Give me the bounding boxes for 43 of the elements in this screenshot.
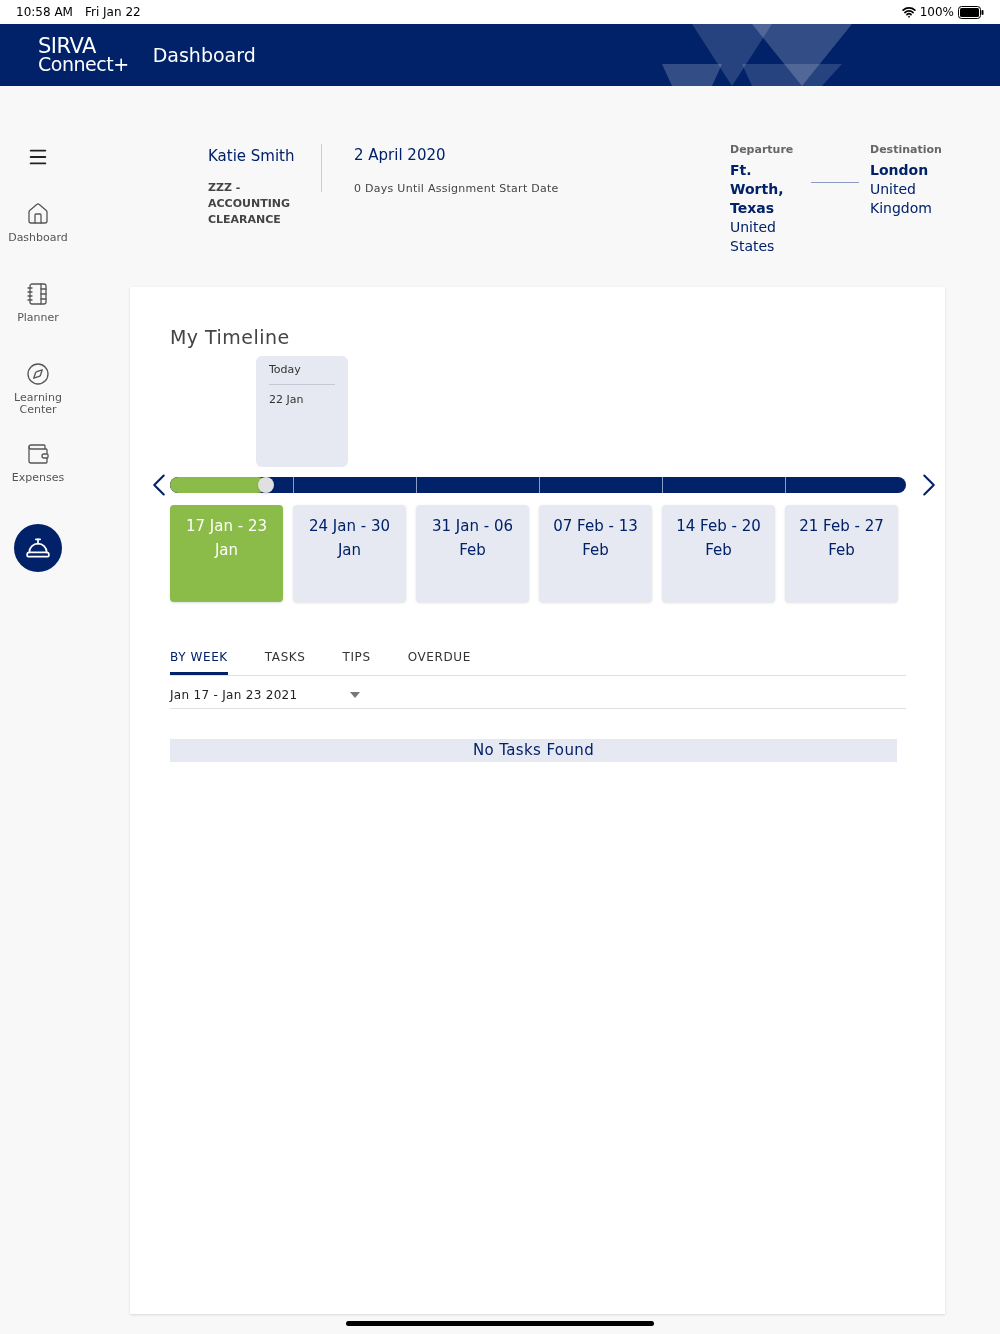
departure-country: United States [730, 217, 777, 256]
week-card[interactable]: 21 Feb - 27 Feb [785, 504, 898, 602]
tab[interactable]: BY WEEK [170, 647, 228, 675]
battery-icon [958, 5, 984, 19]
today-date: 22 Jan [269, 393, 304, 406]
employee-name: Katie Smith [208, 146, 296, 167]
concierge-button[interactable] [14, 524, 62, 572]
compass-icon [26, 362, 50, 386]
week-dropdown[interactable]: Jan 17 - Jan 23 2021 [170, 685, 360, 708]
tab[interactable]: TIPS [342, 647, 371, 675]
battery-percent: 100% [919, 4, 954, 21]
week-card[interactable]: 07 Feb - 13 Feb [539, 504, 652, 602]
notebook-icon [26, 282, 50, 306]
empty-message: No Tasks Found [170, 738, 897, 762]
countdown-text: 0 Days Until Assignment Start Date [354, 180, 559, 197]
today-label: Today [269, 362, 301, 376]
timeline-title: My Timeline [170, 325, 291, 350]
assignment-date: 2 April 2020 [354, 145, 447, 166]
nav-item[interactable]: Learning Center [2, 362, 74, 442]
status-time: 10:58 AM [16, 4, 73, 21]
departure-city: Ft. Worth, Texas [730, 160, 785, 218]
nav-item[interactable]: Expenses [2, 442, 74, 522]
destination-country: United Kingdom [870, 179, 933, 218]
week-card[interactable]: 24 Jan - 30 Jan [293, 504, 406, 602]
page-title: Dashboard [152, 42, 256, 68]
status-date: Fri Jan 22 [84, 4, 141, 21]
home-icon [26, 202, 50, 226]
destination-city: London [870, 160, 930, 180]
tab[interactable]: TASKS [264, 647, 306, 675]
week-card[interactable]: 31 Jan - 06 Feb [416, 504, 529, 602]
timeline-track[interactable] [170, 476, 906, 493]
sirva-logo: SIRVA Connect+ [38, 37, 129, 73]
wallet-icon [26, 442, 50, 466]
dropdown-caret-icon [350, 691, 360, 698]
week-card[interactable]: 14 Feb - 20 Feb [662, 504, 775, 602]
destination-label: Destination [870, 142, 942, 158]
nav-item[interactable]: Dashboard [2, 202, 74, 282]
service-bell-icon [25, 535, 51, 561]
tab[interactable]: OVERDUE [407, 647, 471, 675]
wifi-icon [901, 5, 916, 19]
program-name: ZZZ - ACCOUNTING CLEARANCE [208, 179, 291, 228]
nav-item[interactable]: Planner [2, 282, 74, 362]
departure-label: Departure [730, 142, 795, 158]
